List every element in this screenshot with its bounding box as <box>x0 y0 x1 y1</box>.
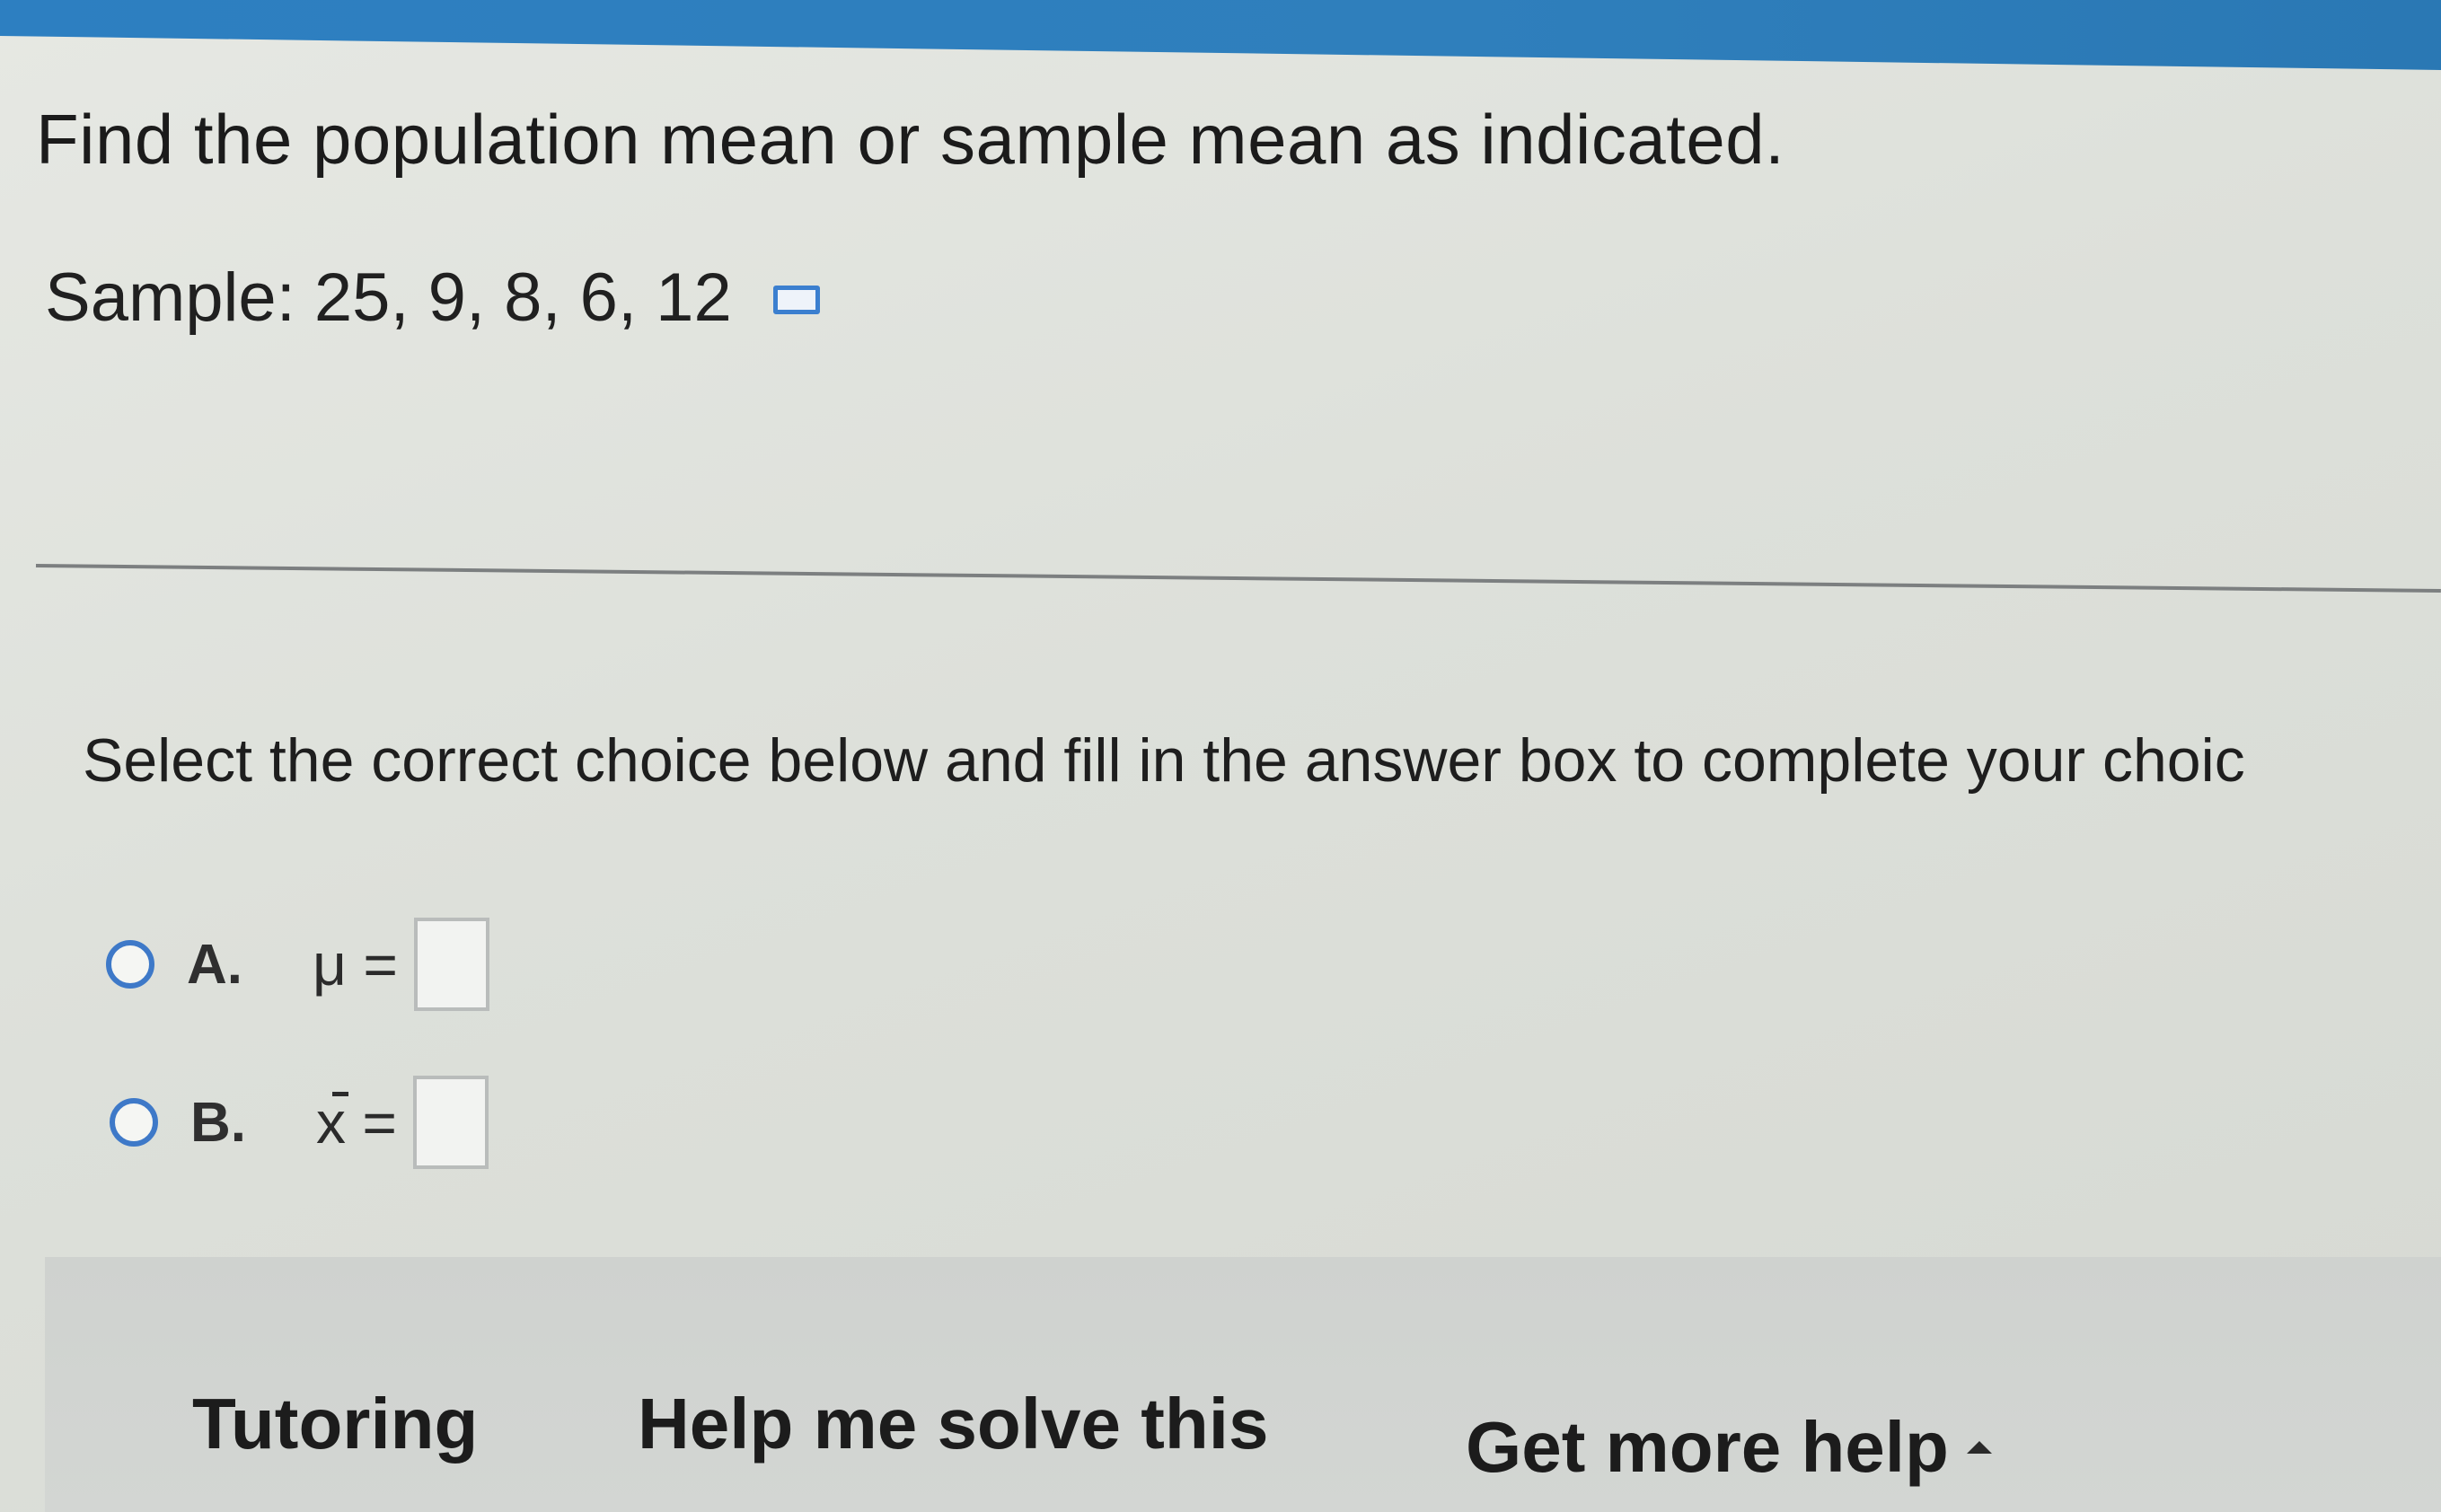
choice-b[interactable]: B. x = <box>110 1076 489 1169</box>
question-title: Find the population mean or sample mean … <box>36 100 1785 179</box>
help-me-solve-button[interactable]: Help me solve this <box>638 1383 1268 1465</box>
choice-b-letter: B. <box>190 1091 246 1154</box>
choice-b-expression: x = <box>316 1088 397 1156</box>
choice-a-answer-box[interactable] <box>413 918 489 1011</box>
choice-a-letter: A. <box>187 933 242 996</box>
get-more-help-label: Get more help <box>1466 1407 1949 1487</box>
tutoring-button[interactable]: Tutoring <box>192 1383 478 1465</box>
data-table-icon[interactable] <box>768 280 820 316</box>
sample-row: Sample: 25, 9, 8, 6, 12 <box>45 259 820 337</box>
choice-a[interactable]: A. μ = <box>106 918 489 1011</box>
choice-a-expression: μ = <box>313 930 398 998</box>
answer-instructions: Select the correct choice below and fill… <box>83 726 2245 795</box>
sample-data-text: Sample: 25, 9, 8, 6, 12 <box>45 259 732 336</box>
equals-sign: = <box>363 931 398 998</box>
get-more-help-button[interactable]: Get more help <box>1466 1406 1992 1489</box>
top-banner <box>0 0 2441 70</box>
equals-sign: = <box>362 1089 397 1156</box>
choice-b-answer-box[interactable] <box>412 1076 489 1169</box>
x-bar-symbol: x <box>316 1089 348 1156</box>
caret-up-icon <box>1966 1441 1992 1454</box>
section-divider <box>35 564 2441 593</box>
choice-a-radio[interactable] <box>106 940 154 989</box>
mu-symbol: μ <box>313 931 348 998</box>
choice-b-radio[interactable] <box>110 1098 158 1147</box>
